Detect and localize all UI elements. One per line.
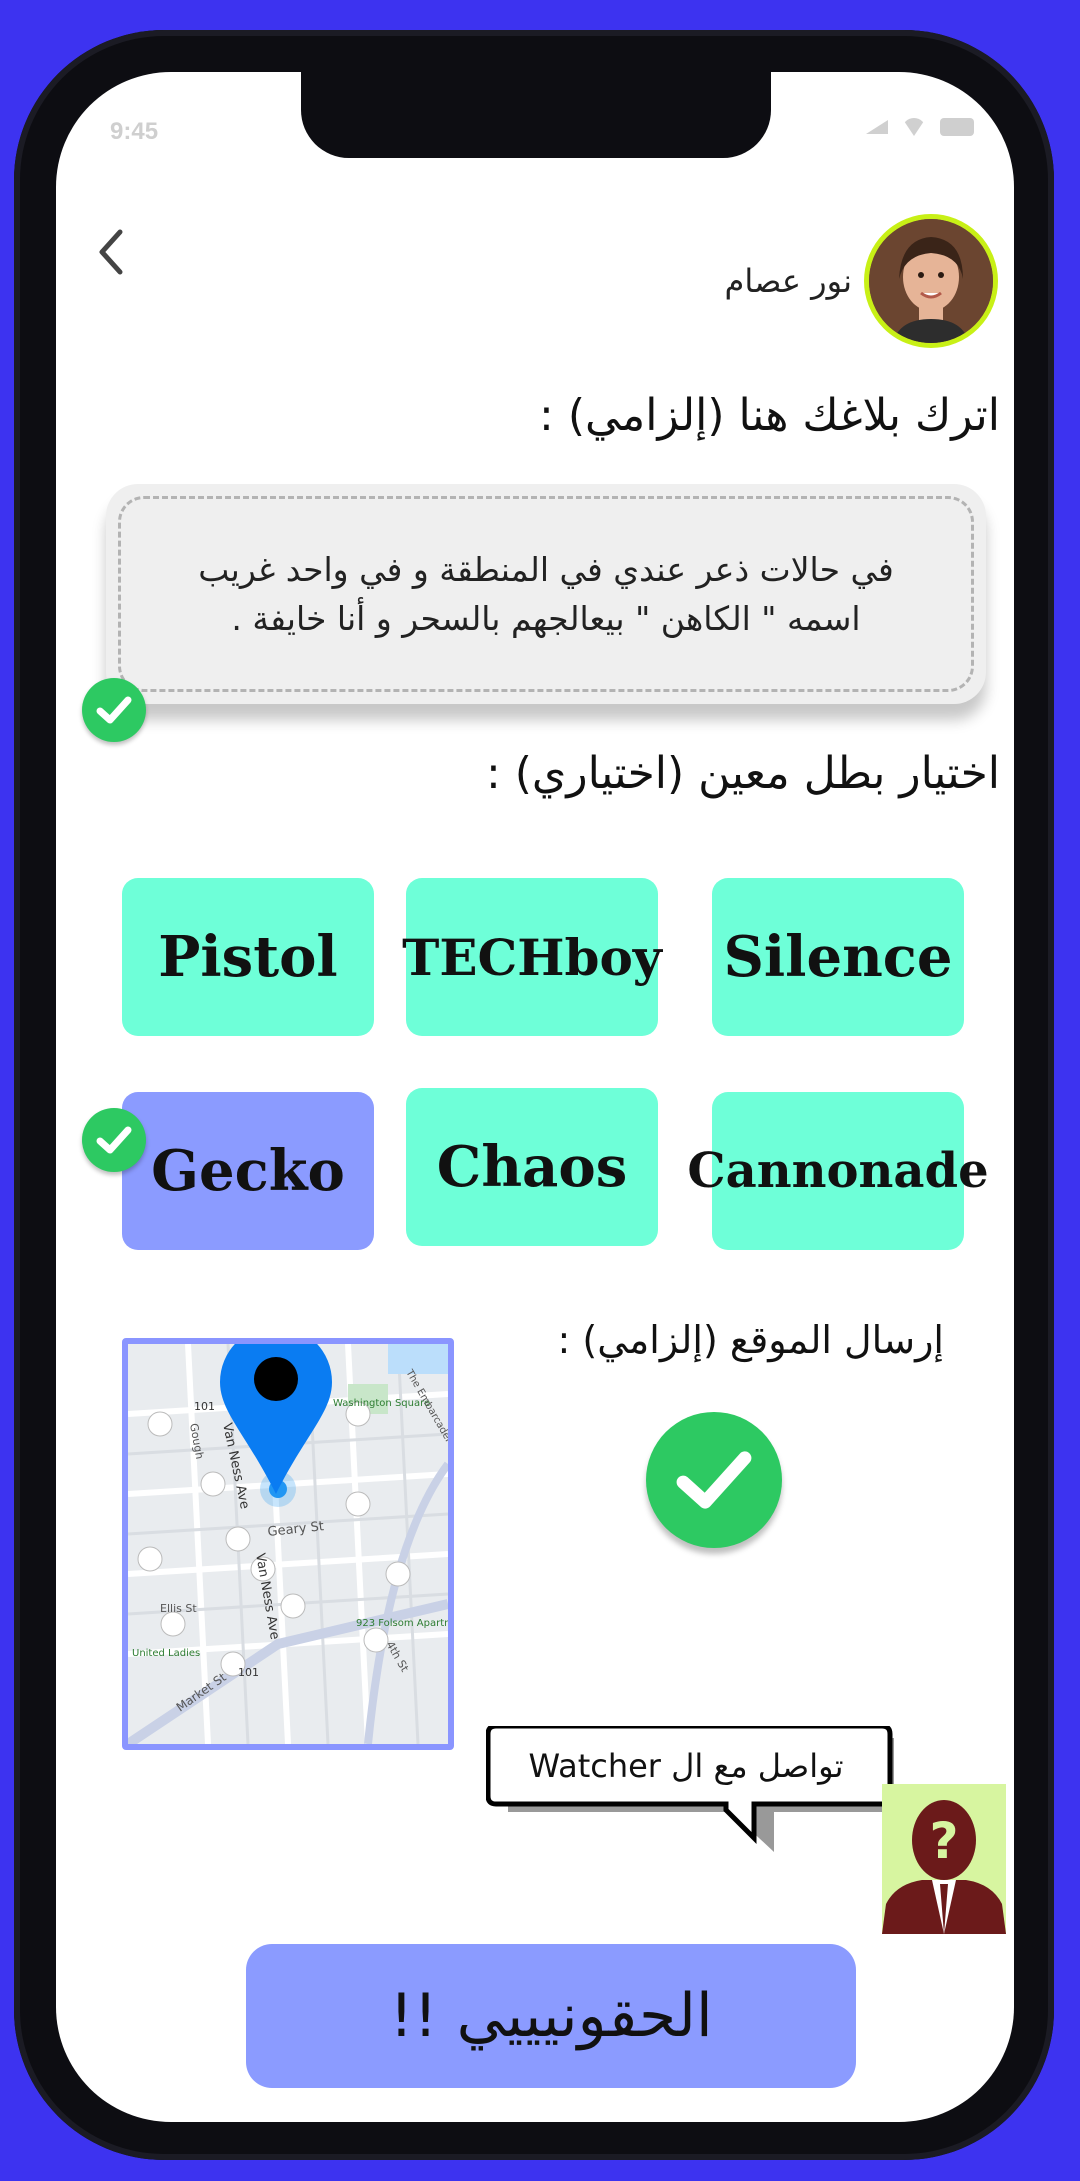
map-place-label: Washington Square (333, 1398, 430, 1409)
report-check-icon (82, 678, 146, 742)
wifi-icon (902, 118, 926, 136)
phone-notch (301, 72, 771, 158)
map-place-label: 923 Folsom Apartments (356, 1618, 448, 1629)
phone-frame: 9:45 نور عصام اترك بلاغك هنا (إلزامي): … (14, 30, 1054, 2160)
hero-pistol-button[interactable]: Pistol (122, 878, 374, 1036)
user-name: نور عصام (724, 262, 852, 300)
report-text[interactable]: في حالات ذعر عندي في المنطقة و في واحد غ… (118, 496, 974, 692)
battery-icon (940, 118, 974, 136)
hero-techboy-button[interactable]: TECHboy (402, 878, 662, 1036)
signal-icon (866, 120, 888, 134)
svg-text:?: ? (929, 1812, 958, 1870)
hero-label: Gecko (151, 1138, 345, 1204)
report-heading: اترك بلاغك هنا (إلزامي) : (539, 390, 1000, 441)
map-place-label: United Ladies (132, 1648, 200, 1659)
map-street-label: Ellis St (160, 1602, 197, 1615)
hero-label: Pistol (158, 924, 338, 990)
hero-gecko-button[interactable]: Gecko (122, 1092, 374, 1250)
help-submit-button[interactable]: الحقونيييي !! (246, 1944, 856, 2088)
hero-label: Cannonade (687, 1143, 989, 1199)
submit-label: الحقونيييي !! (389, 1981, 713, 2051)
hero-cannonade-button[interactable]: Cannonade (687, 1092, 989, 1250)
unknown-person-icon: ? (882, 1784, 1006, 1934)
user-avatar (864, 214, 998, 348)
svg-text:101: 101 (194, 1400, 215, 1413)
app-screen: 9:45 نور عصام اترك بلاغك هنا (إلزامي): … (56, 72, 1014, 2122)
hero-selected-check-icon (82, 1108, 146, 1172)
location-check-icon[interactable] (646, 1412, 782, 1548)
hero-label: TECHboy (402, 927, 662, 987)
hero-heading: اختيار بطل معين (اختياري) : (485, 748, 1000, 799)
status-icons (866, 118, 974, 136)
watcher-avatar[interactable]: ? (882, 1784, 1006, 1934)
status-time: 9:45 (110, 118, 159, 145)
location-map[interactable]: 101 Van Ness Ave Geary St Gough 101 Mark… (122, 1338, 454, 1750)
watcher-label: تواصل مع ال Watcher (528, 1747, 844, 1785)
map-highway-label: 101 (238, 1666, 259, 1679)
location-heading: إرسال الموقع (إلزامي) : (557, 1318, 944, 1362)
hero-chaos-button[interactable]: Chaos (406, 1088, 658, 1246)
report-textbox[interactable]: في حالات ذعر عندي في المنطقة و في واحد غ… (106, 484, 986, 704)
user-profile[interactable]: نور عصام (725, 214, 998, 348)
location-pin-icon (220, 1344, 332, 1494)
hero-label: Silence (723, 924, 953, 990)
hero-silence-button[interactable]: Silence (712, 878, 964, 1036)
back-arrow-icon[interactable] (92, 222, 132, 282)
watcher-speech-bubble[interactable]: تواصل مع ال Watcher (486, 1726, 904, 1852)
hero-label: Chaos (436, 1134, 628, 1200)
